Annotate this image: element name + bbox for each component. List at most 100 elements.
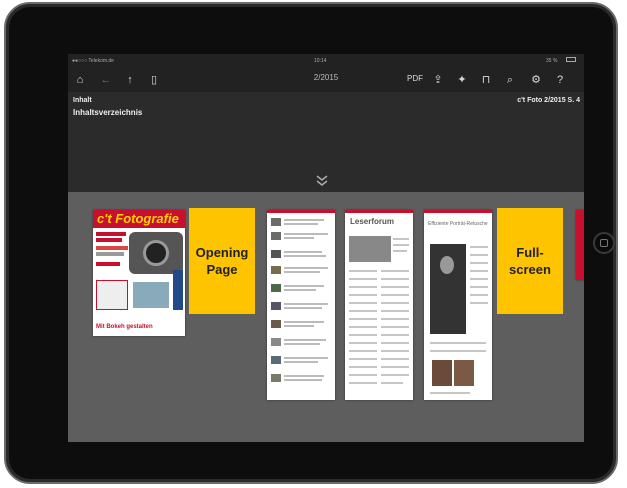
- text-line: [470, 270, 488, 272]
- clock: 10:14: [314, 58, 327, 64]
- text-line: [349, 302, 377, 304]
- text-line: [381, 342, 409, 344]
- issue-title: 2/2015: [313, 73, 339, 82]
- toc-entry: [271, 250, 331, 260]
- text-line: [349, 358, 377, 360]
- text-line: [381, 382, 403, 384]
- text-line: [470, 294, 488, 296]
- page-thumbnail-toc[interactable]: [267, 210, 335, 400]
- text-line: [430, 342, 486, 344]
- text-line: [393, 250, 407, 252]
- text-line: [349, 382, 377, 384]
- retusche-before-photo: [432, 360, 452, 386]
- text-line: [349, 318, 377, 320]
- text-line: [381, 358, 409, 360]
- home-icon[interactable]: ⌂: [72, 72, 88, 88]
- text-line: [470, 246, 488, 248]
- text-line: [381, 334, 409, 336]
- issue-reference: c't Foto 2/2015 S. 4: [517, 97, 580, 104]
- cover-headline-line: [96, 238, 122, 242]
- toc-entry: [271, 284, 331, 294]
- battery-icon: [566, 57, 576, 62]
- text-line: [393, 238, 409, 240]
- app-screen: ●●○○○ Telekom.de 10:14 35 % ⌂ ← ↑ ▯ 2/20…: [68, 54, 584, 442]
- toc-entry: [271, 320, 331, 330]
- text-line: [349, 294, 377, 296]
- page-accent-bar: [267, 210, 335, 213]
- text-line: [349, 326, 377, 328]
- text-line: [381, 326, 409, 328]
- help-icon[interactable]: ?: [552, 72, 568, 88]
- share-icon[interactable]: ⇪: [430, 72, 446, 88]
- home-button[interactable]: [593, 232, 615, 254]
- bulb-icon[interactable]: ✦: [454, 72, 470, 88]
- retusche-portrait-photo: [430, 244, 466, 334]
- text-line: [381, 310, 409, 312]
- page-thumbnail-leserforum[interactable]: Leserforum: [345, 210, 413, 400]
- text-line: [349, 366, 377, 368]
- bookmark-icon[interactable]: ⊓: [478, 72, 494, 88]
- reader-toolbar: ⌂ ← ↑ ▯ 2/2015 PDF ⇪ ✦ ⊓ ⌕ ⚙ ?: [68, 68, 584, 92]
- toc-entry: [271, 218, 331, 228]
- text-line: [430, 392, 470, 394]
- text-line: [381, 366, 409, 368]
- cover-headline-line: [96, 246, 128, 250]
- toc-entry: [271, 266, 331, 276]
- toc-entry: [271, 338, 331, 348]
- text-line: [430, 350, 486, 352]
- text-line: [470, 302, 488, 304]
- page-thumbnail-next[interactable]: [576, 210, 584, 280]
- leserforum-title: Leserforum: [350, 217, 395, 226]
- toc-entry: [271, 356, 331, 366]
- gear-icon[interactable]: ⚙: [528, 72, 544, 88]
- text-line: [393, 244, 409, 246]
- toc-entry: [271, 374, 331, 384]
- cover-headline-line: [96, 262, 120, 266]
- text-line: [381, 302, 409, 304]
- cover-photo-panel: [131, 280, 171, 310]
- double-chevron-down-icon[interactable]: [314, 174, 330, 188]
- text-line: [349, 374, 377, 376]
- text-line: [381, 350, 409, 352]
- pdf-button[interactable]: PDF: [407, 74, 423, 83]
- leserforum-photo: [349, 236, 391, 262]
- page-thumbnail-retusche[interactable]: Effiziente Porträt-Retusche: [424, 210, 492, 400]
- page-accent-bar: [345, 210, 413, 213]
- text-line: [349, 334, 377, 336]
- cover-footer-text: Mit Bokeh gestalten: [96, 324, 153, 330]
- text-line: [381, 374, 409, 376]
- retusche-after-photo: [454, 360, 474, 386]
- search-icon[interactable]: ⌕: [502, 72, 518, 88]
- text-line: [381, 286, 409, 288]
- text-line: [349, 310, 377, 312]
- status-bar: ●●○○○ Telekom.de 10:14 35 %: [68, 54, 584, 68]
- cover-teaser-box: [96, 280, 128, 310]
- cover-masthead: c't Fotografie: [97, 211, 179, 226]
- up-arrow-icon[interactable]: ↑: [122, 72, 138, 88]
- toc-entry: [271, 232, 331, 242]
- text-line: [349, 270, 377, 272]
- text-line: [470, 286, 488, 288]
- text-line: [349, 350, 377, 352]
- text-line: [381, 318, 409, 320]
- page-thumbnail-cover[interactable]: c't Fotografie Mit Bokeh gestalten: [93, 210, 185, 336]
- text-line: [349, 286, 377, 288]
- pages-icon[interactable]: ▯: [146, 72, 162, 88]
- fullscreen-callout: Full-screen: [497, 208, 563, 314]
- page-accent-bar: [424, 210, 492, 213]
- retusche-title: Effiziente Porträt-Retusche: [428, 221, 488, 227]
- text-line: [470, 278, 488, 280]
- section-label: Inhalt: [73, 97, 92, 104]
- text-line: [349, 342, 377, 344]
- article-header: Inhalt c't Foto 2/2015 S. 4 Inhaltsverze…: [68, 92, 584, 192]
- text-line: [349, 278, 377, 280]
- cover-side-banner: [173, 270, 183, 310]
- toc-entry: [271, 302, 331, 312]
- cover-headline-line: [96, 252, 124, 256]
- back-arrow-icon[interactable]: ←: [98, 72, 114, 88]
- text-line: [381, 270, 409, 272]
- cover-headline-line: [96, 232, 126, 236]
- cover-camera-image: [129, 232, 183, 274]
- carrier-label: ●●○○○ Telekom.de: [72, 58, 114, 64]
- text-line: [470, 262, 488, 264]
